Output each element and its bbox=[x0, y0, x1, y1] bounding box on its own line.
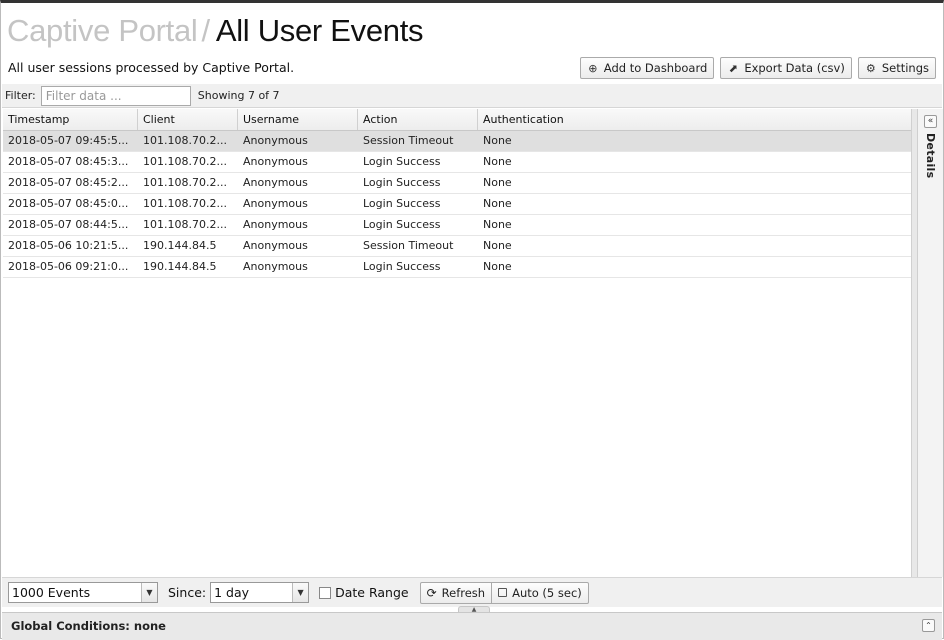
since-select[interactable]: 1 day ▼ bbox=[210, 582, 310, 603]
cell-timestamp: 2018-05-07 08:44:5... bbox=[8, 218, 129, 231]
cell-timestamp: 2018-05-07 09:45:5... bbox=[8, 134, 129, 147]
external-link-icon: ⬈ bbox=[728, 61, 738, 75]
settings-label: Settings bbox=[881, 61, 929, 75]
cell-action: Session Timeout bbox=[363, 134, 454, 147]
cell-username: Anonymous bbox=[243, 239, 308, 252]
table-row[interactable]: 2018-05-07 08:45:2... 101.108.70.2... An… bbox=[3, 173, 911, 194]
cell-action: Session Timeout bbox=[363, 239, 454, 252]
cell-client: 190.144.84.5 bbox=[143, 260, 217, 273]
bottom-toolbar: 1000 Events ▼ Since: 1 day ▼ Date Range … bbox=[2, 577, 942, 607]
column-header-action[interactable]: Action bbox=[358, 109, 478, 130]
breadcrumb-current: All User Events bbox=[215, 13, 424, 48]
cell-authentication: None bbox=[483, 239, 512, 252]
events-limit-value: 1000 Events bbox=[12, 585, 91, 600]
double-chevron-up-icon: ⌃ bbox=[925, 621, 932, 630]
date-range-label: Date Range bbox=[335, 585, 409, 600]
cell-client: 101.108.70.2... bbox=[143, 218, 227, 231]
chevron-down-icon: ▼ bbox=[292, 583, 309, 602]
refresh-icon: ⟳ bbox=[426, 585, 437, 600]
table-row[interactable]: 2018-05-06 09:21:0... 190.144.84.5 Anony… bbox=[3, 257, 911, 278]
cell-client: 190.144.84.5 bbox=[143, 239, 217, 252]
breadcrumb-separator: / bbox=[201, 13, 211, 48]
details-expand-button[interactable]: « bbox=[924, 115, 937, 128]
cell-username: Anonymous bbox=[243, 134, 308, 147]
app-window: Captive Portal / All User Events All user … bbox=[0, 0, 944, 640]
column-header-username[interactable]: Username bbox=[238, 109, 358, 130]
column-header-client[interactable]: Client bbox=[138, 109, 238, 130]
cell-client: 101.108.70.2... bbox=[143, 155, 227, 168]
cell-client: 101.108.70.2... bbox=[143, 134, 227, 147]
plus-circle-icon: ⊕ bbox=[588, 61, 598, 75]
gear-icon: ⚙ bbox=[865, 61, 876, 75]
date-range-checkbox[interactable] bbox=[319, 586, 332, 599]
page-description: All user sessions processed by Captive P… bbox=[8, 60, 295, 75]
table-row[interactable]: 2018-05-07 09:45:5... 101.108.70.2... An… bbox=[3, 131, 911, 152]
breadcrumb-parent[interactable]: Captive Portal bbox=[7, 13, 198, 48]
details-panel-label[interactable]: Details bbox=[924, 133, 937, 178]
export-data-button[interactable]: ⬈ Export Data (csv) bbox=[720, 57, 852, 79]
cell-action: Login Success bbox=[363, 197, 441, 210]
cell-authentication: None bbox=[483, 260, 512, 273]
global-conditions-expand-button[interactable]: ⌃ bbox=[922, 619, 935, 632]
since-value: 1 day bbox=[214, 585, 250, 600]
cell-authentication: None bbox=[483, 176, 512, 189]
filter-bar: Filter: Showing 7 of 7 bbox=[2, 84, 942, 108]
refresh-label: Refresh bbox=[441, 585, 486, 600]
auto-refresh-toggle[interactable]: Auto (5 sec) bbox=[492, 581, 589, 604]
cell-timestamp: 2018-05-07 08:45:0... bbox=[8, 197, 129, 210]
cell-timestamp: 2018-05-06 09:21:0... bbox=[8, 260, 129, 273]
row-count: Showing 7 of 7 bbox=[197, 89, 280, 102]
auto-refresh-label: Auto (5 sec) bbox=[512, 585, 582, 600]
cell-action: Login Success bbox=[363, 260, 441, 273]
cell-username: Anonymous bbox=[243, 176, 308, 189]
export-data-label: Export Data (csv) bbox=[744, 61, 845, 75]
table-header: Timestamp Client Username Action Authent… bbox=[3, 109, 911, 131]
cell-client: 101.108.70.2... bbox=[143, 176, 227, 189]
details-panel: « Details bbox=[917, 109, 943, 577]
cell-authentication: None bbox=[483, 197, 512, 210]
cell-username: Anonymous bbox=[243, 155, 308, 168]
since-label: Since: bbox=[168, 585, 207, 600]
events-table: Timestamp Client Username Action Authent… bbox=[3, 109, 911, 577]
cell-username: Anonymous bbox=[243, 197, 308, 210]
cell-authentication: None bbox=[483, 218, 512, 231]
cell-timestamp: 2018-05-07 08:45:2... bbox=[8, 176, 129, 189]
cell-action: Login Success bbox=[363, 176, 441, 189]
add-to-dashboard-button[interactable]: ⊕ Add to Dashboard bbox=[579, 57, 715, 79]
cell-authentication: None bbox=[483, 155, 512, 168]
page-title: Captive Portal / All User Events bbox=[7, 9, 424, 53]
double-chevron-left-icon: « bbox=[927, 116, 934, 126]
table-row[interactable]: 2018-05-07 08:45:3... 101.108.70.2... An… bbox=[3, 152, 911, 173]
cell-username: Anonymous bbox=[243, 260, 308, 273]
settings-button[interactable]: ⚙ Settings bbox=[857, 57, 936, 79]
report-toolbar: ⊕ Add to Dashboard ⬈ Export Data (csv) ⚙… bbox=[579, 57, 936, 79]
column-header-authentication[interactable]: Authentication bbox=[478, 109, 911, 130]
cell-client: 101.108.70.2... bbox=[143, 197, 227, 210]
add-to-dashboard-label: Add to Dashboard bbox=[603, 61, 708, 75]
chevron-down-icon: ▼ bbox=[141, 583, 157, 602]
cell-username: Anonymous bbox=[243, 218, 308, 231]
events-limit-select[interactable]: 1000 Events ▼ bbox=[8, 582, 158, 603]
column-header-timestamp[interactable]: Timestamp bbox=[3, 109, 138, 130]
refresh-button[interactable]: ⟳ Refresh bbox=[419, 581, 493, 604]
filter-input[interactable] bbox=[40, 85, 191, 106]
cell-action: Login Success bbox=[363, 155, 441, 168]
global-conditions-bar: Global Conditions: none ⌃ bbox=[2, 612, 942, 640]
table-row[interactable]: 2018-05-07 08:45:0... 101.108.70.2... An… bbox=[3, 194, 911, 215]
checkbox-icon bbox=[498, 588, 508, 597]
cell-timestamp: 2018-05-06 10:21:5... bbox=[8, 239, 129, 252]
cell-authentication: None bbox=[483, 134, 512, 147]
cell-action: Login Success bbox=[363, 218, 441, 231]
filter-label: Filter: bbox=[5, 89, 36, 102]
table-row[interactable]: 2018-05-07 08:44:5... 101.108.70.2... An… bbox=[3, 215, 911, 236]
global-conditions-label: Global Conditions: none bbox=[11, 619, 166, 633]
table-row[interactable]: 2018-05-06 10:21:5... 190.144.84.5 Anony… bbox=[3, 236, 911, 257]
cell-timestamp: 2018-05-07 08:45:3... bbox=[8, 155, 129, 168]
